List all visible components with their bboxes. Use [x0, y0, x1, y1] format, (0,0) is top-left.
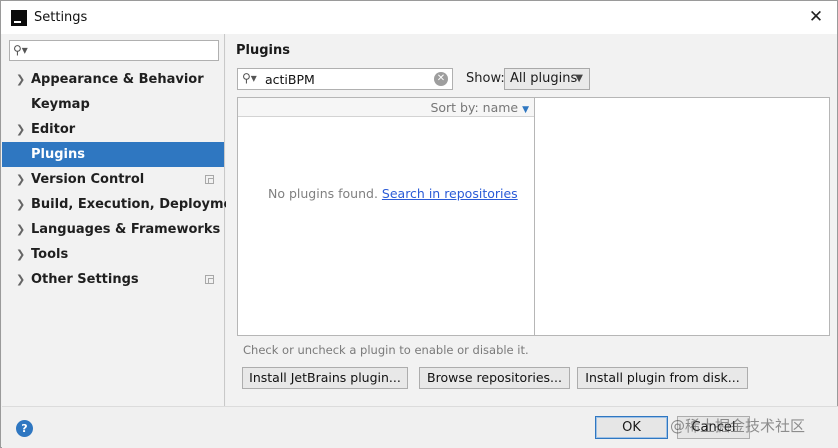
- sidebar-item-other-settings[interactable]: ❯ Other Settings: [2, 267, 224, 292]
- settings-window: Settings ✕ ⚲▾ ❯ Appearance & Behavior Ke…: [0, 0, 838, 448]
- show-filter-dropdown[interactable]: All plugins ▼: [504, 68, 590, 90]
- expand-arrow-icon[interactable]: ❯: [16, 217, 25, 242]
- settings-tree: ❯ Appearance & Behavior Keymap ❯ Editor …: [2, 67, 248, 292]
- sidebar-item-appearance[interactable]: ❯ Appearance & Behavior: [2, 67, 224, 92]
- search-in-repositories-link[interactable]: Search in repositories: [382, 186, 518, 201]
- sidebar-item-version-control[interactable]: ❯ Version Control: [2, 167, 224, 192]
- sidebar-item-label: Plugins: [31, 147, 85, 162]
- close-icon[interactable]: ✕: [803, 5, 829, 29]
- sidebar-item-label: Version Control: [31, 172, 145, 187]
- empty-state-text: No plugins found.: [268, 186, 378, 201]
- window-title: Settings: [34, 10, 88, 25]
- sidebar-item-label: Keymap: [31, 97, 90, 112]
- watermark: @稀土掘金技术社区: [670, 417, 806, 435]
- sidebar-item-label: Tools: [31, 247, 69, 262]
- install-plugin-from-disk-button[interactable]: Install plugin from disk...: [577, 367, 748, 389]
- sort-bar: Sort by: name ▼: [238, 98, 534, 117]
- show-filter-label: Show:: [466, 71, 505, 86]
- plugin-search-value[interactable]: actiBPM: [265, 72, 315, 87]
- plugin-details-pane: [535, 97, 830, 336]
- sidebar-item-languages[interactable]: ❯ Languages & Frameworks: [2, 217, 224, 242]
- expand-arrow-icon[interactable]: ❯: [16, 117, 25, 142]
- search-icon: ⚲▾: [13, 43, 28, 57]
- sidebar-item-label: Languages & Frameworks: [31, 222, 221, 237]
- help-icon[interactable]: ?: [16, 420, 33, 437]
- sidebar-item-label: Build, Execution, Deployment: [31, 197, 248, 212]
- sidebar-search-input[interactable]: ⚲▾: [9, 40, 219, 61]
- browse-repositories-button[interactable]: Browse repositories...: [419, 367, 570, 389]
- search-icon[interactable]: ⚲▾: [242, 71, 257, 85]
- install-jetbrains-plugin-button[interactable]: Install JetBrains plugin...: [242, 367, 408, 389]
- expand-arrow-icon[interactable]: ❯: [16, 167, 25, 192]
- ok-button[interactable]: OK: [595, 416, 668, 439]
- plugin-list: Sort by: name ▼ No plugins found. Search…: [237, 97, 535, 336]
- sidebar-item-tools[interactable]: ❯ Tools: [2, 242, 224, 267]
- clear-search-icon[interactable]: ✕: [434, 72, 448, 86]
- sidebar-item-keymap[interactable]: Keymap: [2, 92, 224, 117]
- expand-arrow-icon[interactable]: ❯: [16, 242, 25, 267]
- title-bar: Settings ✕: [1, 1, 837, 34]
- expand-arrow-icon[interactable]: ❯: [16, 267, 25, 292]
- sort-by-dropdown[interactable]: Sort by: name ▼: [430, 100, 529, 115]
- plugin-search-input[interactable]: ⚲▾ actiBPM ✕: [237, 68, 453, 90]
- intellij-app-icon: [11, 10, 27, 26]
- dialog-footer: ? OK Cancel @稀土掘金技术社区: [2, 406, 838, 448]
- sidebar-item-label: Appearance & Behavior: [31, 72, 204, 87]
- settings-sidebar: ⚲▾ ❯ Appearance & Behavior Keymap ❯ Edit…: [2, 34, 248, 406]
- plugins-panel: Plugins ⚲▾ actiBPM ✕ Show: All plugins ▼…: [226, 34, 837, 406]
- page-title: Plugins: [236, 43, 290, 58]
- sidebar-item-plugins[interactable]: Plugins: [2, 142, 224, 167]
- sort-arrow-icon: ▼: [522, 105, 529, 115]
- expand-arrow-icon[interactable]: ❯: [16, 192, 25, 217]
- project-scope-icon: [205, 175, 214, 184]
- sidebar-item-label: Other Settings: [31, 272, 139, 287]
- sort-label: Sort by: name: [430, 100, 519, 115]
- sidebar-item-editor[interactable]: ❯ Editor: [2, 117, 224, 142]
- show-filter-value: All plugins: [510, 71, 578, 86]
- chevron-down-icon: ▼: [575, 73, 583, 84]
- plugin-hint-text: Check or uncheck a plugin to enable or d…: [243, 343, 529, 357]
- expand-arrow-icon[interactable]: ❯: [16, 67, 25, 92]
- project-scope-icon: [205, 275, 214, 284]
- sidebar-item-build[interactable]: ❯ Build, Execution, Deployment: [2, 192, 248, 217]
- empty-state-message: No plugins found. Search in repositories: [268, 186, 518, 201]
- sidebar-item-label: Editor: [31, 122, 76, 137]
